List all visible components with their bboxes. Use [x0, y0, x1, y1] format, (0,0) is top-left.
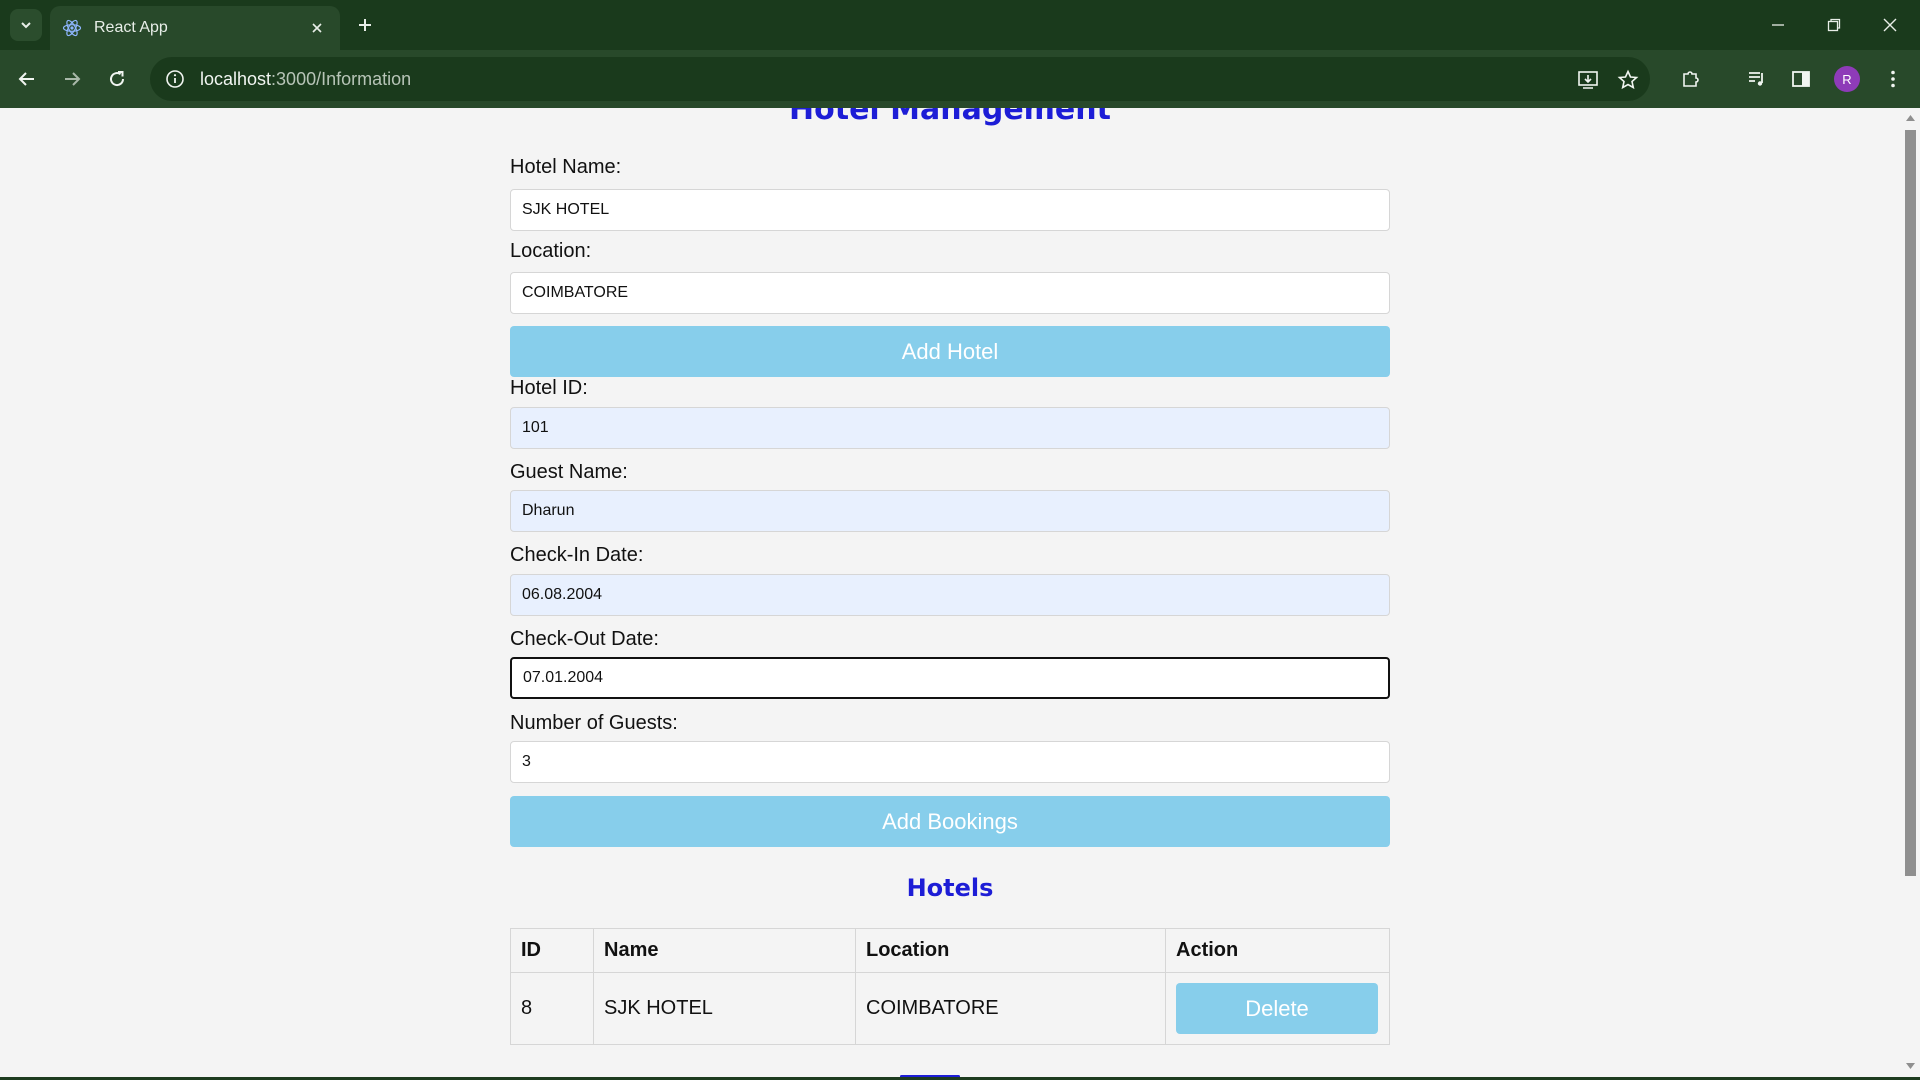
hotel-id-label: Hotel ID: — [510, 377, 588, 399]
reload-button[interactable] — [102, 64, 132, 94]
hotels-table: ID Name Location Action 8 SJK HOTEL COIM… — [510, 928, 1390, 1045]
extensions-button[interactable] — [1676, 64, 1706, 94]
guests-count-input[interactable] — [510, 741, 1390, 783]
tab-search-button[interactable] — [10, 9, 42, 41]
page-viewport: Hotel Management Hotel Name: Location: A… — [0, 108, 1900, 1077]
add-bookings-button[interactable]: Add Bookings — [510, 796, 1390, 847]
guest-name-label: Guest Name: — [510, 461, 628, 483]
address-bar[interactable]: localhost:3000/Information — [150, 57, 1650, 101]
table-row: 8 SJK HOTEL COIMBATORE Delete — [510, 972, 1390, 1045]
reload-icon — [110, 71, 125, 87]
browser-tab-strip: React App — [0, 0, 1920, 50]
browser-toolbar: localhost:3000/Information R — [0, 50, 1920, 108]
check-out-date-input[interactable] — [510, 657, 1390, 699]
profile-button[interactable]: R — [1832, 64, 1862, 94]
check-in-date-input[interactable] — [510, 574, 1390, 616]
puzzle-icon — [1683, 71, 1699, 87]
browser-tab[interactable]: React App — [50, 6, 340, 50]
arrow-right-icon — [65, 72, 81, 86]
restore-button[interactable] — [1814, 10, 1854, 40]
install-app-icon[interactable] — [1574, 66, 1602, 94]
column-header-action: Action — [1165, 928, 1390, 973]
hotel-name-cell: SJK HOTEL — [593, 972, 856, 1045]
minimize-icon — [1772, 24, 1784, 26]
scrollbar-thumb[interactable] — [1905, 130, 1916, 876]
close-icon — [1883, 18, 1897, 32]
column-header-location: Location — [855, 928, 1166, 973]
location-input[interactable] — [510, 272, 1390, 314]
close-window-button[interactable] — [1870, 10, 1910, 40]
hotels-heading: Hotels — [906, 874, 994, 902]
chevron-down-icon — [21, 22, 31, 29]
new-tab-button[interactable] — [352, 12, 378, 38]
url-path: :3000/Information — [271, 68, 412, 89]
hotel-name-input[interactable] — [510, 189, 1390, 231]
table-header-row: ID Name Location Action — [510, 928, 1390, 973]
plus-icon — [359, 19, 371, 31]
url-host: localhost — [200, 68, 272, 89]
forward-button[interactable] — [57, 64, 87, 94]
column-header-id: ID — [510, 928, 594, 973]
next-section-heading-partial — [900, 1070, 960, 1077]
hotel-name-label: Hotel Name: — [510, 156, 622, 178]
avatar: R — [1834, 66, 1860, 92]
back-button[interactable] — [12, 64, 42, 94]
queue-music-icon — [1749, 72, 1763, 86]
minimize-button[interactable] — [1758, 10, 1798, 40]
hotel-id-cell: 8 — [510, 972, 594, 1045]
guest-name-input[interactable] — [510, 490, 1390, 532]
scroll-down-arrow-icon[interactable] — [1905, 1060, 1916, 1072]
check-out-label: Check-Out Date: — [510, 628, 659, 650]
close-icon[interactable] — [306, 17, 328, 39]
more-vertical-icon — [1891, 70, 1895, 88]
media-controls-button[interactable] — [1742, 64, 1772, 94]
hotel-id-input[interactable] — [510, 407, 1390, 449]
guests-count-label: Number of Guests: — [510, 712, 678, 734]
delete-hotel-button[interactable]: Delete — [1176, 983, 1378, 1034]
column-header-name: Name — [593, 928, 856, 973]
arrow-left-icon — [18, 72, 34, 86]
location-label: Location: — [510, 240, 592, 262]
hotel-location-cell: COIMBATORE — [855, 972, 1166, 1045]
info-icon[interactable] — [164, 68, 186, 90]
restore-icon — [1827, 18, 1841, 32]
check-in-label: Check-In Date: — [510, 544, 644, 566]
add-hotel-button[interactable]: Add Hotel — [510, 326, 1390, 377]
hotel-action-cell: Delete — [1165, 972, 1390, 1045]
browser-menu-button[interactable] — [1878, 64, 1908, 94]
side-panel-button[interactable] — [1786, 64, 1816, 94]
scroll-up-arrow-icon[interactable] — [1905, 112, 1916, 124]
side-panel-icon — [1792, 71, 1810, 87]
page-title: Hotel Management — [789, 108, 1111, 127]
tab-title: React App — [94, 19, 168, 36]
bookmark-star-icon[interactable] — [1614, 66, 1642, 94]
react-logo-icon — [62, 18, 82, 38]
page-scrollbar[interactable] — [1900, 108, 1920, 1077]
